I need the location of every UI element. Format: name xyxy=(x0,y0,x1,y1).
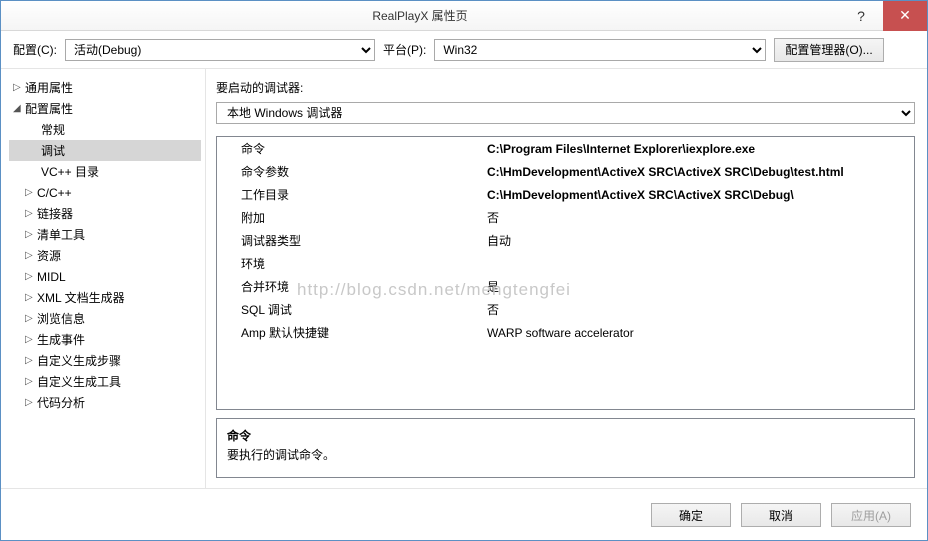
tree-config-props[interactable]: ◢配置属性 xyxy=(9,98,201,119)
titlebar: RealPlayX 属性页 ? ✕ xyxy=(1,1,927,31)
dialog-buttons: 确定 取消 应用(A) xyxy=(1,488,927,541)
prop-row[interactable]: 命令C:\Program Files\Internet Explorer\iex… xyxy=(217,137,914,160)
tree-common-props[interactable]: ▷通用属性 xyxy=(9,77,201,98)
chevron-right-icon: ▷ xyxy=(25,334,37,345)
prop-row[interactable]: 环境 xyxy=(217,252,914,275)
tree-midl[interactable]: ▷MIDL xyxy=(9,266,201,287)
chevron-right-icon: ▷ xyxy=(25,313,37,324)
cancel-button[interactable]: 取消 xyxy=(741,503,821,527)
property-grid: http://blog.csdn.net/mengtengfei 命令C:\Pr… xyxy=(216,136,915,410)
config-select[interactable]: 活动(Debug) xyxy=(65,39,375,61)
tree-build[interactable]: ▷生成事件 xyxy=(9,329,201,350)
chevron-right-icon: ▷ xyxy=(25,208,37,219)
prop-row[interactable]: 命令参数C:\HmDevelopment\ActiveX SRC\ActiveX… xyxy=(217,160,914,183)
chevron-right-icon: ▷ xyxy=(25,271,37,282)
chevron-down-icon: ◢ xyxy=(13,103,25,114)
property-panel: 要启动的调试器: 本地 Windows 调试器 http://blog.csdn… xyxy=(206,69,927,488)
prop-row[interactable]: 调试器类型自动 xyxy=(217,229,914,252)
tree-custom-tool[interactable]: ▷自定义生成工具 xyxy=(9,371,201,392)
help-button[interactable]: ? xyxy=(839,1,883,31)
content-area: ▷通用属性 ◢配置属性 常规 调试 VC++ 目录 ▷C/C++ ▷链接器 ▷清… xyxy=(1,69,927,488)
tree-general[interactable]: 常规 xyxy=(9,119,201,140)
tree-debug[interactable]: 调试 xyxy=(9,140,201,161)
prop-row[interactable]: 工作目录C:\HmDevelopment\ActiveX SRC\ActiveX… xyxy=(217,183,914,206)
prop-row[interactable]: 合并环境是 xyxy=(217,275,914,298)
tree-xml[interactable]: ▷XML 文档生成器 xyxy=(9,287,201,308)
chevron-right-icon: ▷ xyxy=(25,397,37,408)
nav-tree: ▷通用属性 ◢配置属性 常规 调试 VC++ 目录 ▷C/C++ ▷链接器 ▷清… xyxy=(1,69,206,488)
tree-linker[interactable]: ▷链接器 xyxy=(9,203,201,224)
prop-row[interactable]: 附加否 xyxy=(217,206,914,229)
tree-resource[interactable]: ▷资源 xyxy=(9,245,201,266)
chevron-right-icon: ▷ xyxy=(25,250,37,261)
chevron-right-icon: ▷ xyxy=(25,187,37,198)
ok-button[interactable]: 确定 xyxy=(651,503,731,527)
apply-button[interactable]: 应用(A) xyxy=(831,503,911,527)
config-manager-button[interactable]: 配置管理器(O)... xyxy=(774,38,883,62)
tree-cc[interactable]: ▷C/C++ xyxy=(9,182,201,203)
prop-row[interactable]: Amp 默认快捷键WARP software accelerator xyxy=(217,321,914,344)
config-bar: 配置(C): 活动(Debug) 平台(P): Win32 配置管理器(O)..… xyxy=(1,31,927,69)
platform-select[interactable]: Win32 xyxy=(434,39,766,61)
tree-custom-step[interactable]: ▷自定义生成步骤 xyxy=(9,350,201,371)
config-label: 配置(C): xyxy=(13,41,57,58)
platform-label: 平台(P): xyxy=(383,41,426,58)
debugger-label: 要启动的调试器: xyxy=(216,79,915,96)
prop-row[interactable]: SQL 调试否 xyxy=(217,298,914,321)
tree-vcdir[interactable]: VC++ 目录 xyxy=(9,161,201,182)
chevron-right-icon: ▷ xyxy=(13,82,25,93)
help-panel: 命令 要执行的调试命令。 xyxy=(216,418,915,478)
help-desc: 要执行的调试命令。 xyxy=(227,446,904,463)
close-button[interactable]: ✕ xyxy=(883,1,927,31)
help-title: 命令 xyxy=(227,427,904,444)
debugger-select[interactable]: 本地 Windows 调试器 xyxy=(216,102,915,124)
tree-browse[interactable]: ▷浏览信息 xyxy=(9,308,201,329)
chevron-right-icon: ▷ xyxy=(25,376,37,387)
chevron-right-icon: ▷ xyxy=(25,292,37,303)
chevron-right-icon: ▷ xyxy=(25,355,37,366)
tree-manifest[interactable]: ▷清单工具 xyxy=(9,224,201,245)
tree-analysis[interactable]: ▷代码分析 xyxy=(9,392,201,413)
chevron-right-icon: ▷ xyxy=(25,229,37,240)
window-title: RealPlayX 属性页 xyxy=(1,7,839,24)
